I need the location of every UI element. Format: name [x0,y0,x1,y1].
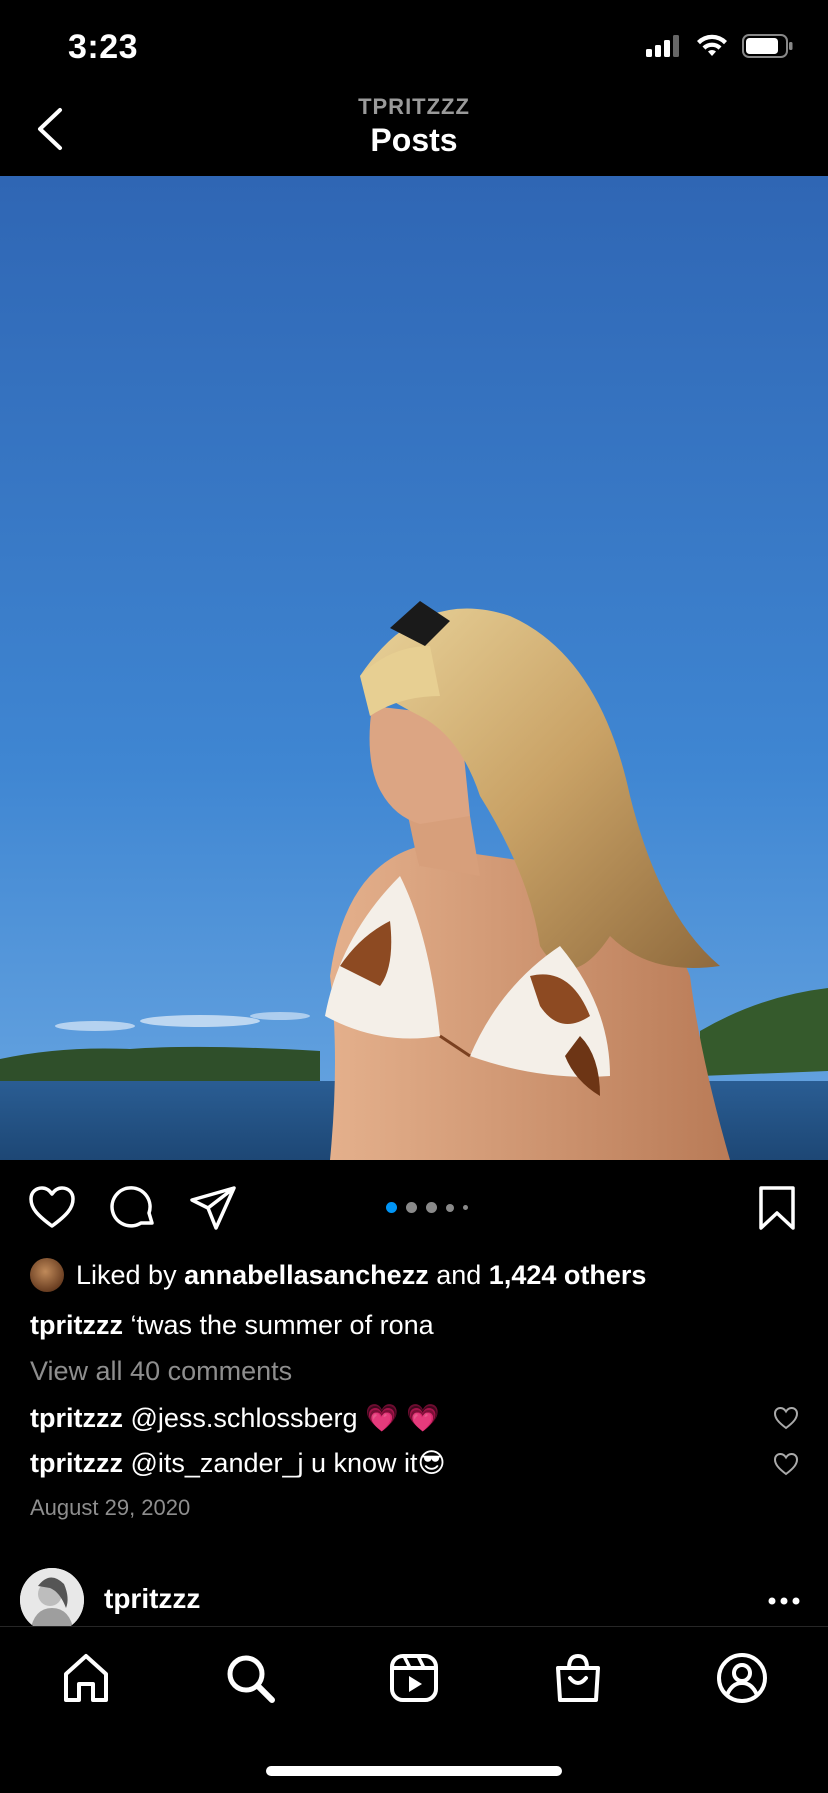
comment-text: @its_zander_j u know it😎 [130,1448,446,1478]
next-post-avatar[interactable] [20,1568,84,1632]
comment-username[interactable]: tpritzzz [30,1403,123,1433]
page-title: Posts [370,122,458,158]
comment-row: tpritzzz @jess.schlossberg 💗 💗 [30,1402,440,1434]
profile-icon[interactable] [714,1650,770,1706]
caption-username[interactable]: tpritzzz [30,1310,123,1340]
liker-avatar [30,1258,64,1292]
more-options-icon[interactable] [766,1586,802,1616]
comment-like-icon[interactable] [772,1404,800,1432]
caption-text: ‘twas the summer of rona [130,1310,434,1340]
likes-and: and [436,1259,482,1290]
liker-username[interactable]: annabellasanchezz [184,1260,429,1290]
like-icon[interactable] [27,1183,77,1233]
likes-prefix: Liked by [76,1259,177,1290]
status-indicators [646,34,794,58]
post-caption: tpritzzz ‘twas the summer of rona [30,1310,434,1341]
carousel-dot [446,1203,454,1212]
search-icon[interactable] [222,1650,278,1706]
carousel-dot [463,1205,468,1210]
carousel-dot [426,1202,437,1213]
comment-like-icon[interactable] [772,1450,800,1478]
battery-icon [742,34,793,58]
shop-icon[interactable] [550,1650,606,1706]
home-indicator [266,1766,562,1776]
home-icon[interactable] [58,1650,114,1706]
comment-text: @jess.schlossberg 💗 💗 [130,1403,440,1433]
post-date: August 29, 2020 [30,1495,191,1520]
comment-username[interactable]: tpritzzz [30,1448,123,1478]
comment-icon[interactable] [108,1183,158,1233]
bookmark-icon[interactable] [752,1183,802,1233]
likes-summary[interactable]: Liked by annabellasanchezz and 1,424 oth… [30,1258,646,1292]
next-post-username[interactable]: tpritzzz [104,1583,200,1615]
reels-icon[interactable] [386,1650,442,1706]
likes-others[interactable]: 1,424 others [489,1260,647,1290]
carousel-indicator [386,1202,468,1213]
comment-row: tpritzzz @its_zander_j u know it😎 [30,1448,446,1479]
carousel-dot [386,1202,397,1213]
header-username: TPRITZZZ [358,94,470,119]
post-photo[interactable] [0,176,828,1160]
signal-icon [646,35,679,57]
wifi-icon [697,34,727,56]
status-time: 3:23 [68,28,139,66]
share-icon[interactable] [188,1183,238,1233]
carousel-dot [406,1202,417,1213]
view-all-comments-link[interactable]: View all 40 comments [30,1356,292,1387]
